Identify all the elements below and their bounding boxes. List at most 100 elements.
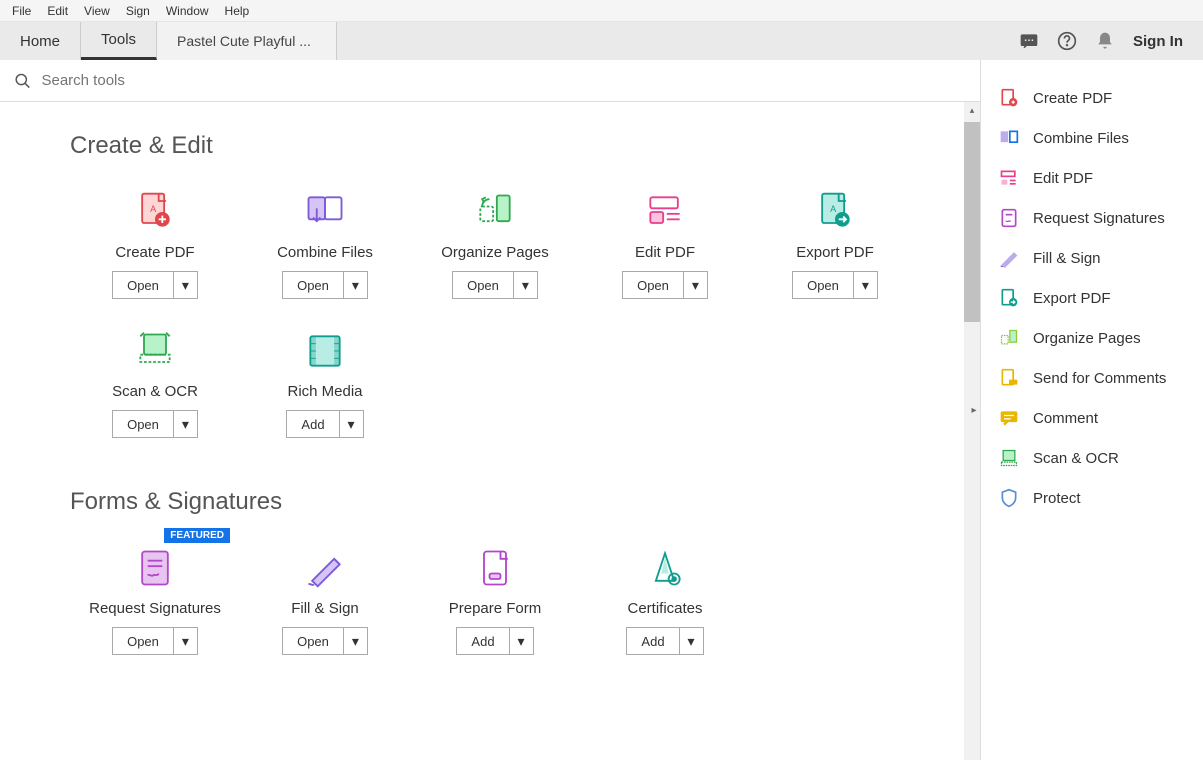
tab-tools[interactable]: Tools [81,22,157,60]
dropdown-caret[interactable]: ▾ [513,272,537,298]
open-button[interactable]: Open [113,411,173,437]
sidebar-item-organize-pages[interactable]: Organize Pages [981,318,1203,358]
export-icon [999,288,1019,308]
open-button[interactable]: Open [113,272,173,298]
menu-edit[interactable]: Edit [39,2,76,20]
dropdown-caret[interactable]: ▾ [679,628,703,654]
search-input[interactable] [41,72,966,89]
sidebar-item-edit-pdf[interactable]: Edit PDF [981,158,1203,198]
dropdown-caret[interactable]: ▾ [173,272,197,298]
dropdown-caret[interactable]: ▾ [683,272,707,298]
scrollbar-thumb[interactable] [964,122,980,322]
tool-edit-pdf[interactable]: Edit PDF Open▾ [580,190,750,299]
sidebar-label: Edit PDF [1033,170,1093,187]
scan-icon [999,448,1019,468]
open-button[interactable]: Open [113,628,173,654]
open-button[interactable]: Open [623,272,683,298]
sidebar-label: Send for Comments [1033,370,1166,387]
menu-sign[interactable]: Sign [118,2,158,20]
scrollbar-track[interactable]: ▴ [964,102,980,760]
open-button[interactable]: Open [453,272,513,298]
add-button[interactable]: Add [457,628,508,654]
dropdown-caret[interactable]: ▾ [339,411,363,437]
prepare-form-icon [473,546,517,590]
tool-rich-media[interactable]: Rich Media Add▾ [240,329,410,438]
tool-fill-sign[interactable]: Fill & Sign Open▾ [240,546,410,655]
tool-combine-files[interactable]: Combine Files Open▾ [240,190,410,299]
combine-icon [999,128,1019,148]
tab-home[interactable]: Home [0,22,81,60]
sidebar-item-fill-sign[interactable]: Fill & Sign [981,238,1203,278]
collapse-sidebar-handle[interactable]: ▸ [967,395,981,425]
tool-label: Create PDF [115,244,194,261]
fill-sign-icon [303,546,347,590]
sidebar-item-request-signatures[interactable]: Request Signatures [981,198,1203,238]
export-pdf-icon: A [813,190,857,234]
sidebar-item-send-comments[interactable]: Send for Comments [981,358,1203,398]
create-pdf-icon: A [133,190,177,234]
tool-certificates[interactable]: Certificates Add▾ [580,546,750,655]
open-button[interactable]: Open [283,628,343,654]
menu-view[interactable]: View [76,2,118,20]
edit-pdf-icon [643,190,687,234]
sign-in-button[interactable]: Sign In [1133,33,1183,50]
tools-content: Create & Edit A Create PDF Open▾ Combine… [0,102,980,760]
bell-icon[interactable] [1095,31,1115,51]
sidebar-item-comment[interactable]: Comment [981,398,1203,438]
featured-badge: FEATURED [164,528,230,543]
tool-organize-pages[interactable]: Organize Pages Open▾ [410,190,580,299]
open-button[interactable]: Open [283,272,343,298]
section-title-create-edit: Create & Edit [70,132,920,160]
sidebar-item-scan-ocr[interactable]: Scan & OCR [981,438,1203,478]
sidebar-item-protect[interactable]: Protect [981,478,1203,518]
scan-ocr-icon [133,329,177,373]
sidebar-label: Scan & OCR [1033,450,1119,467]
tool-label: Edit PDF [635,244,695,261]
tool-export-pdf[interactable]: A Export PDF Open▾ [750,190,920,299]
open-button[interactable]: Open [793,272,853,298]
sidebar-item-create-pdf[interactable]: Create PDF [981,78,1203,118]
organize-icon [999,328,1019,348]
tabbar: Home Tools Pastel Cute Playful ... Sign … [0,22,1203,60]
protect-icon [999,488,1019,508]
dropdown-caret[interactable]: ▾ [343,628,367,654]
sidebar-label: Create PDF [1033,90,1112,107]
rich-media-icon [303,329,347,373]
tool-label: Export PDF [796,244,874,261]
menu-file[interactable]: File [4,2,39,20]
sidebar-label: Protect [1033,490,1081,507]
chat-icon[interactable] [1019,31,1039,51]
tool-prepare-form[interactable]: Prepare Form Add▾ [410,546,580,655]
dropdown-caret[interactable]: ▾ [343,272,367,298]
tool-scan-ocr[interactable]: Scan & OCR Open▾ [70,329,240,438]
menu-window[interactable]: Window [158,2,217,20]
signatures-icon [999,208,1019,228]
tool-request-signatures[interactable]: FEATURED Request Signatures Open▾ [70,546,240,655]
sidebar-item-export-pdf[interactable]: Export PDF [981,278,1203,318]
tool-label: Prepare Form [449,600,542,617]
add-button[interactable]: Add [627,628,678,654]
edit-icon [999,168,1019,188]
tool-label: Certificates [627,600,702,617]
menu-help[interactable]: Help [217,2,258,20]
tool-label: Rich Media [287,383,362,400]
fill-sign-icon [999,248,1019,268]
tool-create-pdf[interactable]: A Create PDF Open▾ [70,190,240,299]
tool-label: Organize Pages [441,244,549,261]
dropdown-caret[interactable]: ▾ [509,628,533,654]
comment-icon [999,408,1019,428]
tool-label: Combine Files [277,244,373,261]
dropdown-caret[interactable]: ▾ [173,628,197,654]
dropdown-caret[interactable]: ▾ [853,272,877,298]
send-comments-icon [999,368,1019,388]
scroll-up-button[interactable]: ▴ [964,102,980,118]
section-title-forms: Forms & Signatures [70,488,920,516]
certificates-icon [643,546,687,590]
tool-label: Scan & OCR [112,383,198,400]
tab-document[interactable]: Pastel Cute Playful ... [157,22,337,60]
add-button[interactable]: Add [287,411,338,437]
sidebar-label: Fill & Sign [1033,250,1101,267]
sidebar-item-combine-files[interactable]: Combine Files [981,118,1203,158]
dropdown-caret[interactable]: ▾ [173,411,197,437]
help-icon[interactable] [1057,31,1077,51]
